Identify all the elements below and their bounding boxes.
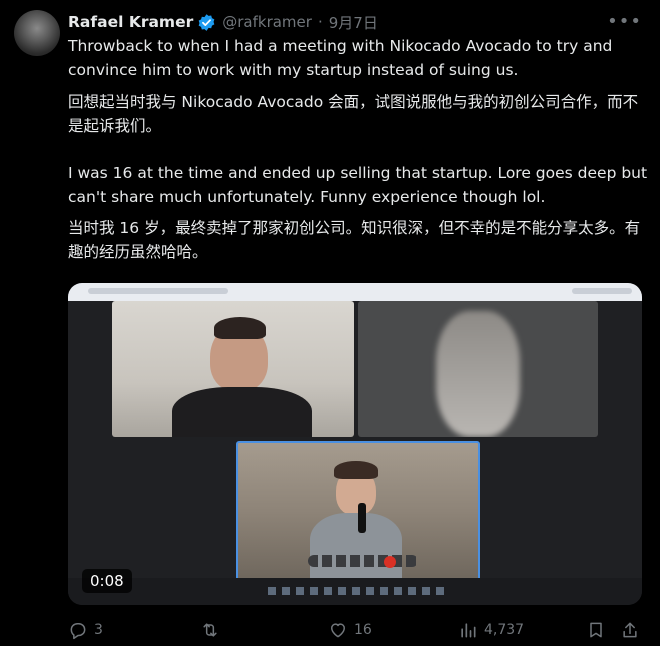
video-browser-bar: [68, 283, 642, 301]
video-person-1-shirt: [172, 387, 312, 437]
video-end-call: [384, 556, 396, 568]
tweet-date[interactable]: 9月7日: [329, 12, 378, 33]
video-tile-2: [358, 301, 598, 437]
bookmark-icon: [590, 622, 602, 638]
tweet-text-english-2: I was 16 at the time and ended up sellin…: [68, 164, 648, 206]
author-handle[interactable]: @rafkramer: [222, 13, 312, 31]
video-person-1-hair: [214, 317, 266, 339]
tweet-text-chinese-1: 回想起当时我与 Nikocado Avocado 会面，试图说服他与我的初创公司…: [68, 93, 639, 135]
tweet-text-chinese-2: 当时我 16 岁，最终卖掉了那家初创公司。知识很深，但不幸的是不能分享太多。有趣…: [68, 219, 641, 261]
views-icon: [461, 623, 476, 638]
video-person-3-shirt: [310, 513, 402, 579]
more-icon[interactable]: •••: [607, 11, 642, 32]
retweet-button[interactable]: [200, 620, 328, 640]
author-avatar[interactable]: [14, 10, 60, 56]
bookmark-button[interactable]: [586, 620, 620, 640]
like-button[interactable]: 16: [328, 620, 458, 640]
view-count: 4,737: [484, 622, 525, 638]
video-duration: 0:08: [82, 569, 132, 593]
tweet-actions: 3 16 4,737: [68, 618, 646, 642]
video-address-bar: [88, 288, 228, 294]
video-call-controls: [308, 555, 418, 567]
meta-separator: ·: [317, 13, 323, 31]
reply-count: 3: [94, 622, 103, 638]
author-name[interactable]: Rafael Kramer: [68, 13, 193, 31]
video-browser-icons: [572, 288, 632, 294]
heart-icon: [331, 623, 345, 638]
video-person-2-blurred: [436, 311, 520, 437]
video-tile-1: [112, 301, 354, 437]
share-button[interactable]: [620, 620, 642, 640]
like-count: 16: [354, 622, 372, 638]
views-button[interactable]: 4,737: [458, 620, 586, 640]
video-microphone: [358, 503, 366, 533]
video-person-3-hair: [334, 461, 378, 479]
video-player[interactable]: 0:08: [68, 283, 642, 605]
verified-badge-icon: [198, 13, 215, 31]
tweet-header: Rafael Kramer @rafkramer · 9月7日 •••: [68, 11, 646, 33]
reply-icon: [70, 623, 86, 640]
retweet-icon: [203, 623, 217, 637]
tweet-text-english-1: Throwback to when I had a meeting with N…: [68, 37, 613, 79]
video-taskbar-icons: [268, 587, 448, 595]
reply-button[interactable]: 3: [68, 620, 200, 640]
share-icon: [623, 622, 637, 638]
video-taskbar: [68, 578, 642, 605]
